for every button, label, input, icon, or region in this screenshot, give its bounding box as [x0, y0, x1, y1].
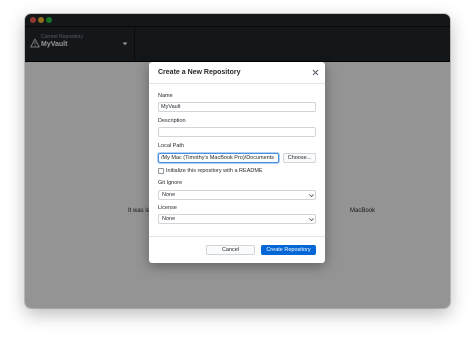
- create-repository-dialog: Create a New Repository Name Description…: [149, 62, 325, 263]
- description-input[interactable]: [158, 127, 316, 137]
- close-icon[interactable]: [312, 69, 319, 76]
- license-select[interactable]: None: [158, 214, 316, 224]
- create-repository-button[interactable]: Create Repository: [261, 245, 316, 255]
- gitignore-select[interactable]: None: [158, 190, 316, 200]
- gitignore-selected-value: None: [162, 192, 176, 198]
- local-path-input[interactable]: [158, 153, 279, 163]
- license-selected-value: None: [162, 216, 176, 222]
- name-label: Name: [158, 93, 173, 99]
- chevron-down-icon: [309, 194, 314, 197]
- dialog-header: Create a New Repository: [149, 62, 325, 84]
- readme-checkbox[interactable]: [158, 168, 164, 174]
- dialog-title: Create a New Repository: [158, 69, 241, 76]
- description-label: Description: [158, 118, 186, 124]
- license-label: License: [158, 205, 177, 211]
- local-path-label: Local Path: [158, 143, 184, 149]
- gitignore-label: Git Ignore: [158, 180, 183, 186]
- choose-path-button[interactable]: Choose...: [283, 153, 316, 163]
- readme-checkbox-label: Initialize this repository with a README: [166, 168, 263, 174]
- cancel-button[interactable]: Cancel: [206, 245, 255, 255]
- chevron-down-icon: [309, 218, 314, 221]
- name-input[interactable]: [158, 102, 316, 112]
- dialog-footer: Cancel Create Repository: [149, 236, 325, 264]
